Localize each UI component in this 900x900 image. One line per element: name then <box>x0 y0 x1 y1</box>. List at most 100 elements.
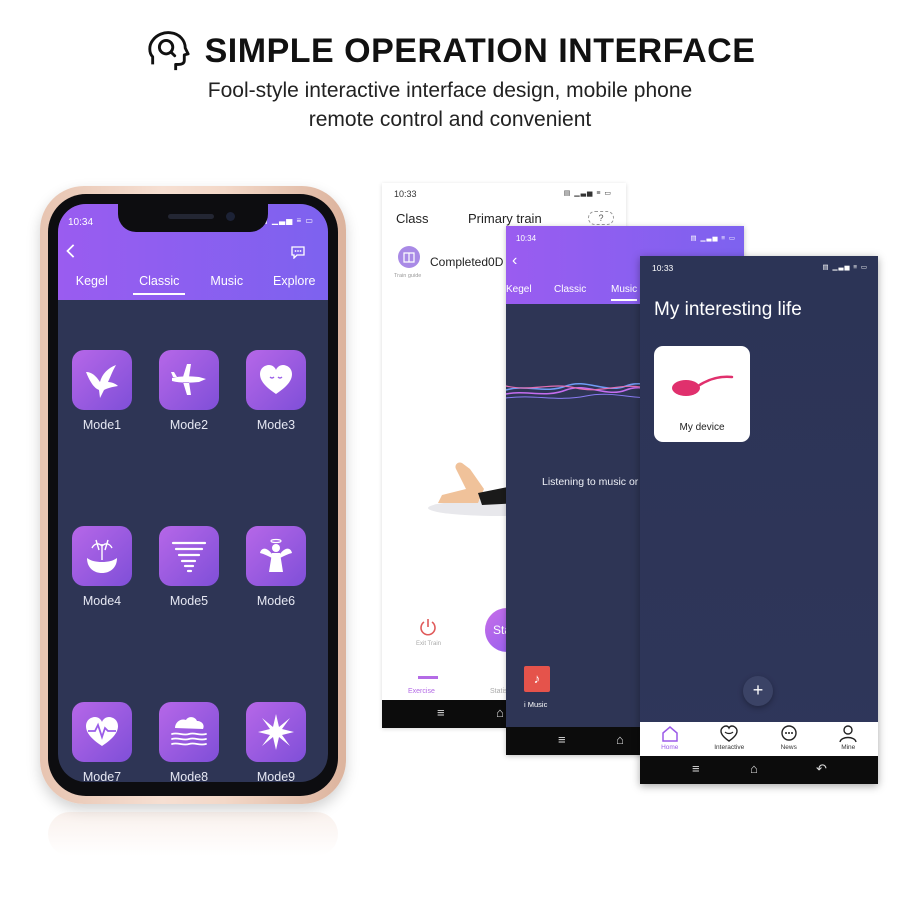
mode-1-tile[interactable] <box>72 350 132 410</box>
status-time: 10:34 <box>516 234 537 243</box>
status-time: 10:33 <box>394 189 417 199</box>
interactive-heart-icon <box>720 725 738 742</box>
tab-exercise[interactable]: Exercise <box>408 688 435 695</box>
music-app-label: i Music <box>524 700 548 709</box>
status-icons: ▤ ▁▃▅ ≡ ▭ <box>563 190 612 197</box>
train-guide-label: Train guide <box>394 273 422 279</box>
mode-3-tile[interactable] <box>246 350 306 410</box>
chat-icon[interactable] <box>290 245 306 259</box>
phone-device: 10:34 ▤ ▁▃▅ ≡ ▭ Kegel Classic Music Expl… <box>40 186 346 804</box>
mode-7-tile[interactable] <box>72 702 132 762</box>
tab-explore[interactable]: Explore <box>268 274 320 295</box>
heartbeat-icon <box>86 717 118 746</box>
star-icon <box>258 714 294 750</box>
fountain-icon <box>87 539 117 573</box>
home-nav-icon[interactable]: ⌂ <box>750 761 758 776</box>
home-icon <box>662 726 678 742</box>
back-nav-icon[interactable]: ↶ <box>816 761 827 777</box>
nav-interactive[interactable]: Interactive <box>701 722 757 756</box>
tab-classic[interactable]: Classic <box>554 284 586 295</box>
mode-2-tile[interactable] <box>159 350 219 410</box>
mode-4-label: Mode4 <box>82 594 122 608</box>
menu-icon[interactable]: ≡ <box>692 761 700 776</box>
phone-notch <box>118 204 268 232</box>
listening-text: Listening to music or <box>542 476 639 488</box>
mode-3[interactable]: Mode3 <box>246 350 306 432</box>
music-app-icon[interactable]: ♪ <box>524 666 550 692</box>
status-icons: ▤ ▁▃▅ ≡ ▭ <box>822 264 868 271</box>
mode-9[interactable]: Mode9 <box>246 702 306 782</box>
mode-7-label: Mode7 <box>82 770 122 782</box>
mode-1-label: Mode1 <box>82 418 122 432</box>
subtitle-line-1: Fool-style interactive interface design,… <box>207 79 693 102</box>
home-title: My interesting life <box>654 299 802 320</box>
mode-5-tile[interactable] <box>159 526 219 586</box>
nav-mine[interactable]: Mine <box>820 722 876 756</box>
head-search-icon <box>147 31 190 71</box>
tab-kegel[interactable]: Kegel <box>506 284 532 295</box>
device-card[interactable]: My device <box>654 346 750 442</box>
mode-6-tile[interactable] <box>246 526 306 586</box>
phone-reflection <box>48 812 338 856</box>
nav-news[interactable]: News <box>761 722 817 756</box>
user-icon <box>839 725 857 743</box>
mode-9-tile[interactable] <box>246 702 306 762</box>
back-icon[interactable]: ‹ <box>512 252 517 270</box>
tab-primary-train[interactable]: Primary train <box>468 211 542 226</box>
airplane-icon <box>171 364 206 395</box>
page-subtitle: Fool-style interactive interface design,… <box>0 76 900 134</box>
dumbbell-icon[interactable]: ▬▬ <box>418 671 438 682</box>
home-nav-icon[interactable]: ⌂ <box>616 732 624 747</box>
page-title: SIMPLE OPERATION INTERFACE <box>204 31 756 70</box>
tab-class[interactable]: Class <box>396 211 429 226</box>
nav-home[interactable]: Home <box>642 722 698 756</box>
mode-4-tile[interactable] <box>72 526 132 586</box>
mode-8-tile[interactable] <box>159 702 219 762</box>
mode-8-label: Mode8 <box>169 770 209 782</box>
power-icon[interactable] <box>418 617 438 637</box>
status-time: 10:34 <box>68 217 94 228</box>
home-nav-icon[interactable]: ⌂ <box>496 705 504 720</box>
nav-interactive-label: Interactive <box>714 744 745 751</box>
mode-4[interactable]: Mode4 <box>72 526 132 608</box>
tab-classic[interactable]: Classic <box>133 274 186 295</box>
mode-1[interactable]: Mode1 <box>72 350 132 432</box>
mode-5-label: Mode5 <box>169 594 209 608</box>
mode-8[interactable]: Mode8 <box>159 702 219 782</box>
help-icon[interactable]: ? <box>588 211 614 225</box>
tab-statistics[interactable]: Statis <box>490 688 508 695</box>
mode-5[interactable]: Mode5 <box>159 526 219 608</box>
angel-icon <box>260 538 292 572</box>
menu-icon[interactable]: ≡ <box>558 732 566 747</box>
heart-icon <box>260 365 292 394</box>
system-nav-bar: ≡ ⌂ ↶ <box>640 756 878 784</box>
book-icon[interactable] <box>398 246 420 268</box>
tab-music[interactable]: Music <box>611 284 638 301</box>
mode-6[interactable]: Mode6 <box>246 526 306 608</box>
nav-home-label: Home <box>661 744 679 751</box>
mode-3-label: Mode3 <box>256 418 296 432</box>
screen-home: 10:33 ▤ ▁▃▅ ≡ ▭ My interesting life My d… <box>640 256 878 784</box>
tab-kegel[interactable]: Kegel <box>66 274 118 295</box>
mode-7[interactable]: Mode7 <box>72 702 132 782</box>
bird-icon <box>86 365 118 398</box>
subtitle-line-2: remote control and convenient <box>308 108 592 131</box>
chat-bubble-icon <box>781 725 797 741</box>
egg-device-icon <box>672 375 734 396</box>
mode-6-label: Mode6 <box>256 594 296 608</box>
tab-music[interactable]: Music <box>201 274 253 295</box>
exit-train-label: Exit Train <box>416 641 442 647</box>
mode-2-label: Mode2 <box>169 418 209 432</box>
hero-header: SIMPLE OPERATION INTERFACE <box>0 28 900 74</box>
wave-icon <box>171 717 207 746</box>
mode-tabs: Kegel Classic Music Explore <box>58 274 328 295</box>
phone-bezel: 10:34 ▤ ▁▃▅ ≡ ▭ Kegel Classic Music Expl… <box>48 194 338 796</box>
status-time: 10:33 <box>652 263 674 273</box>
menu-icon[interactable]: ≡ <box>437 705 445 720</box>
mode-grid: Mode1 Mode2 Mode3 Mode4 Mode5 Mode6 Mode… <box>72 350 312 782</box>
add-device-button[interactable]: + <box>743 676 773 706</box>
back-icon[interactable] <box>64 242 80 266</box>
nav-news-label: News <box>780 744 797 751</box>
nav-mine-label: Mine <box>841 744 856 751</box>
mode-2[interactable]: Mode2 <box>159 350 219 432</box>
